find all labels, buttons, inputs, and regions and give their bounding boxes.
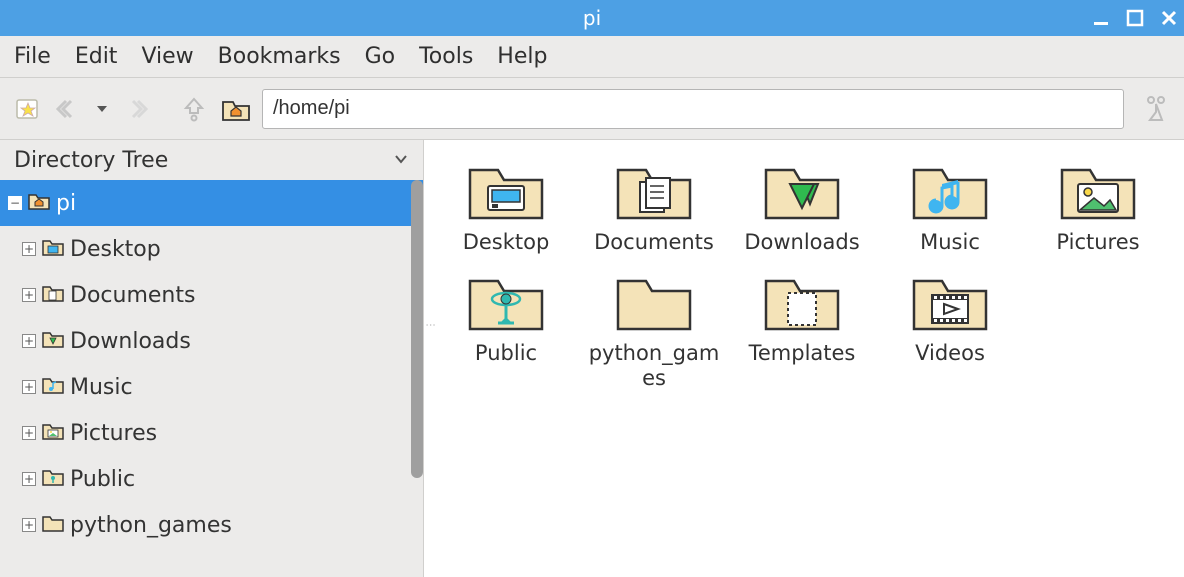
- path-input[interactable]: [262, 89, 1124, 129]
- titlebar: pi: [0, 0, 1184, 36]
- folder-public[interactable]: Public: [436, 267, 576, 391]
- menu-file[interactable]: File: [14, 44, 51, 69]
- folder-icon: [42, 237, 64, 262]
- folder-view[interactable]: Desktop Documents Downloads Music Pictur…: [424, 140, 1184, 577]
- folder-desktop[interactable]: Desktop: [436, 156, 576, 255]
- tree-label: Pictures: [70, 421, 157, 446]
- folder-icon: [42, 283, 64, 308]
- tree-label: Documents: [70, 283, 195, 308]
- folder-label: Downloads: [744, 230, 859, 255]
- folder-label: Public: [475, 341, 537, 366]
- tree-label: Desktop: [70, 237, 161, 262]
- tree-item-pictures[interactable]: + Pictures: [0, 410, 423, 456]
- tree-label: pi: [56, 191, 76, 216]
- tree-label: Music: [70, 375, 133, 400]
- folder-music[interactable]: Music: [880, 156, 1020, 255]
- folder-icon: [42, 375, 64, 400]
- folder-icon: [464, 156, 548, 226]
- folder-icon: [908, 267, 992, 337]
- splitter-handle[interactable]: ⋮: [424, 320, 436, 332]
- tree-item-music[interactable]: + Music: [0, 364, 423, 410]
- folder-icon: [612, 156, 696, 226]
- directory-tree: − pi + Desktop+ Documents+ Downloads+ Mu…: [0, 180, 423, 577]
- folder-icon: [760, 156, 844, 226]
- tree-item-python_games[interactable]: + python_games: [0, 502, 423, 548]
- folder-downloads[interactable]: Downloads: [732, 156, 872, 255]
- folder-icon: [612, 267, 696, 337]
- menu-bookmarks[interactable]: Bookmarks: [218, 44, 341, 69]
- forward-button[interactable]: [120, 93, 152, 125]
- expand-icon[interactable]: +: [22, 288, 36, 302]
- folder-label: Pictures: [1056, 230, 1139, 255]
- folder-templates[interactable]: Templates: [732, 267, 872, 391]
- expand-icon[interactable]: +: [22, 426, 36, 440]
- folder-label: Music: [920, 230, 980, 255]
- folder-icon: [42, 513, 64, 538]
- up-button[interactable]: [178, 93, 210, 125]
- scrollbar[interactable]: [411, 180, 423, 478]
- home-button[interactable]: [218, 93, 254, 125]
- folder-python-games[interactable]: python_games: [584, 267, 724, 391]
- menu-help[interactable]: Help: [497, 44, 547, 69]
- tree-item-documents[interactable]: + Documents: [0, 272, 423, 318]
- window-controls: [1092, 9, 1178, 27]
- folder-label: python_games: [584, 341, 724, 391]
- collapse-icon[interactable]: −: [8, 196, 22, 210]
- maximize-button[interactable]: [1126, 9, 1144, 27]
- history-dropdown[interactable]: [92, 93, 112, 125]
- folder-icon: [42, 421, 64, 446]
- minimize-button[interactable]: [1092, 9, 1110, 27]
- folder-label: Videos: [915, 341, 985, 366]
- folder-icon: [42, 467, 64, 492]
- tree-item-downloads[interactable]: + Downloads: [0, 318, 423, 364]
- tree-label: Downloads: [70, 329, 191, 354]
- folder-icon: [1056, 156, 1140, 226]
- folder-documents[interactable]: Documents: [584, 156, 724, 255]
- home-folder-icon: [28, 191, 50, 216]
- back-button[interactable]: [52, 93, 84, 125]
- tree-root-pi[interactable]: − pi: [0, 180, 423, 226]
- menu-go[interactable]: Go: [365, 44, 396, 69]
- chevron-down-icon[interactable]: [393, 148, 409, 173]
- tree-item-desktop[interactable]: + Desktop: [0, 226, 423, 272]
- side-panel: Directory Tree − pi + Desktop+ Documents…: [0, 140, 424, 577]
- expand-icon[interactable]: +: [22, 380, 36, 394]
- menu-edit[interactable]: Edit: [75, 44, 118, 69]
- menubar: File Edit View Bookmarks Go Tools Help: [0, 36, 1184, 78]
- window-title: pi: [583, 6, 601, 30]
- tree-label: python_games: [70, 513, 232, 538]
- toolbar: [0, 78, 1184, 140]
- folder-icon: [464, 267, 548, 337]
- folder-icon: [908, 156, 992, 226]
- expand-icon[interactable]: +: [22, 242, 36, 256]
- folder-videos[interactable]: Videos: [880, 267, 1020, 391]
- menu-view[interactable]: View: [141, 44, 193, 69]
- folder-label: Desktop: [463, 230, 550, 255]
- folder-icon: [42, 329, 64, 354]
- expand-icon[interactable]: +: [22, 334, 36, 348]
- side-panel-header[interactable]: Directory Tree: [0, 140, 423, 180]
- folder-label: Templates: [749, 341, 856, 366]
- folder-label: Documents: [594, 230, 714, 255]
- menu-tools[interactable]: Tools: [419, 44, 473, 69]
- folder-icon: [760, 267, 844, 337]
- expand-icon[interactable]: +: [22, 472, 36, 486]
- close-button[interactable]: [1160, 9, 1178, 27]
- side-panel-title: Directory Tree: [14, 148, 168, 173]
- tree-label: Public: [70, 467, 135, 492]
- path-go-button[interactable]: [1140, 93, 1172, 125]
- new-tab-button[interactable]: [12, 93, 44, 125]
- folder-pictures[interactable]: Pictures: [1028, 156, 1168, 255]
- expand-icon[interactable]: +: [22, 518, 36, 532]
- tree-item-public[interactable]: + Public: [0, 456, 423, 502]
